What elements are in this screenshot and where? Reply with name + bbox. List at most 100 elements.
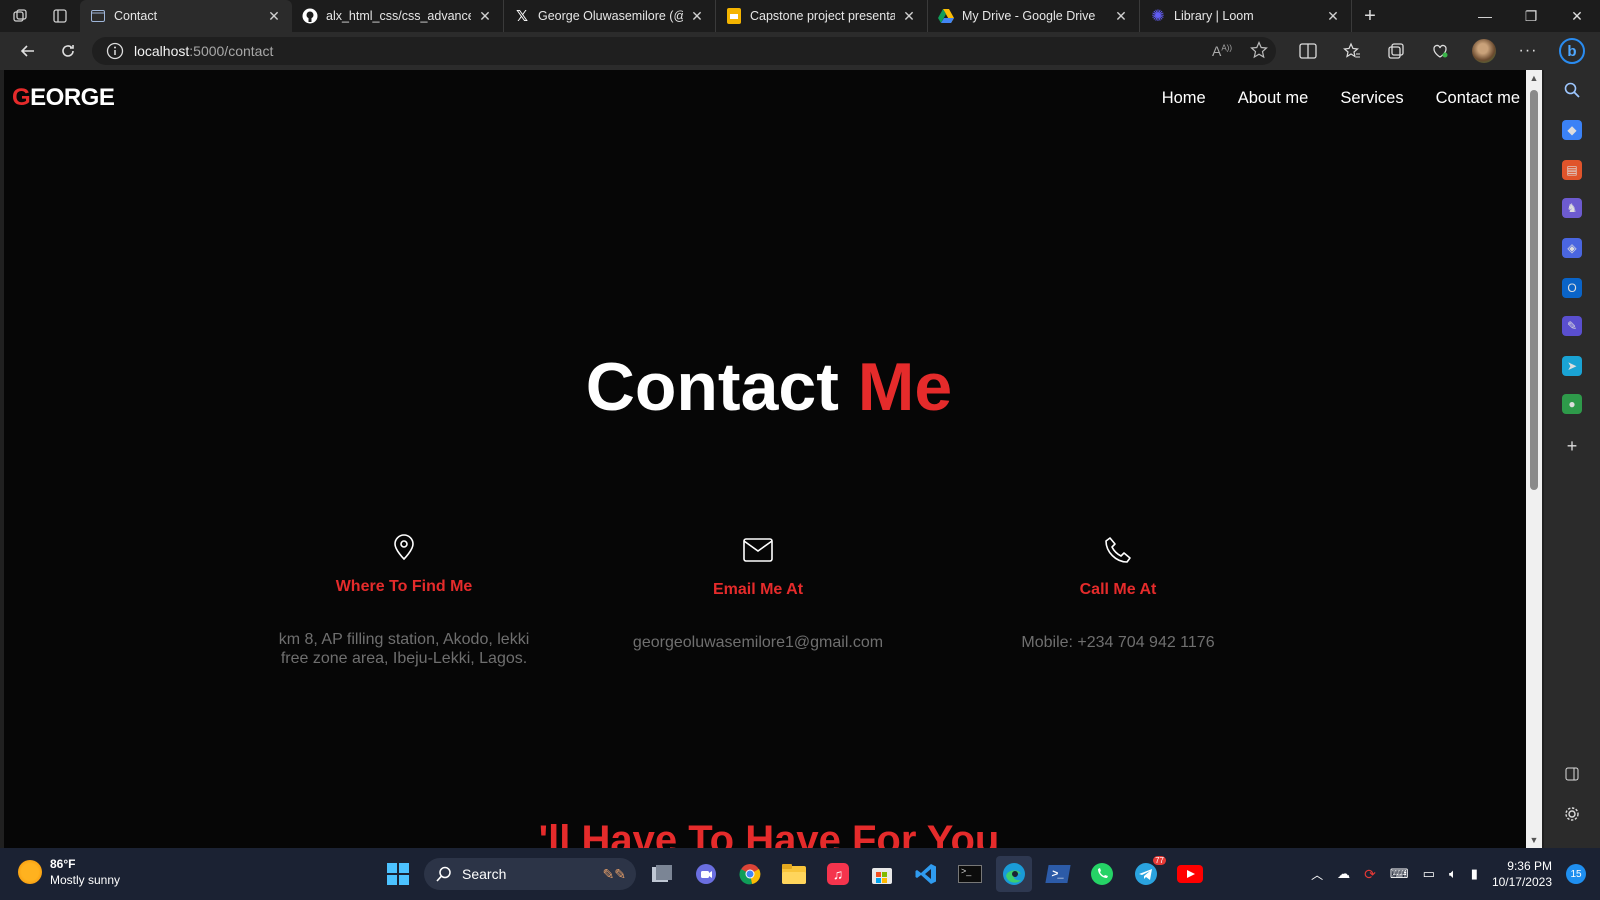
gear-icon[interactable]: [1562, 804, 1582, 824]
tab-drive[interactable]: My Drive - Google Drive ✕: [928, 0, 1140, 32]
phone-number[interactable]: Mobile: +234 704 942 1176: [948, 633, 1288, 652]
card-title: Where To Find Me: [335, 578, 473, 595]
chevron-up-icon[interactable]: ︿: [1311, 866, 1323, 883]
copilot-sidebar-icon[interactable]: ◈: [1562, 238, 1582, 258]
more-options-icon[interactable]: ···: [1506, 32, 1550, 70]
file-explorer-icon[interactable]: [776, 856, 812, 892]
browser-essentials-icon[interactable]: [1418, 32, 1462, 70]
url-path: :5000/contact: [189, 43, 274, 59]
email-address[interactable]: georgeoluwasemilore1@gmail.com: [588, 633, 928, 652]
close-icon[interactable]: ✕: [689, 8, 705, 25]
onedrive-icon[interactable]: ☁: [1337, 866, 1350, 882]
terminal-icon[interactable]: >_: [952, 856, 988, 892]
vscode-icon[interactable]: [908, 856, 944, 892]
close-icon[interactable]: ✕: [477, 8, 493, 25]
telegram-sidebar-icon[interactable]: ➤: [1562, 356, 1582, 376]
youtube-icon[interactable]: [1172, 856, 1208, 892]
sync-icon[interactable]: ⟳: [1364, 866, 1376, 883]
taskbar-search[interactable]: Search ✎✎: [424, 858, 636, 890]
new-tab-button[interactable]: +: [1352, 0, 1388, 32]
nav-home[interactable]: Home: [1162, 89, 1206, 108]
powershell-icon[interactable]: >_: [1040, 856, 1076, 892]
refresh-icon[interactable]: [48, 32, 88, 70]
tab-loom[interactable]: ✺ Library | Loom ✕: [1140, 0, 1352, 32]
weather-widget[interactable]: 86°F Mostly sunny: [18, 856, 120, 888]
close-icon[interactable]: ✕: [901, 8, 917, 25]
search-icon[interactable]: [1562, 80, 1582, 100]
split-screen-icon[interactable]: [1286, 32, 1330, 70]
task-view-icon[interactable]: [644, 856, 680, 892]
outlook-icon[interactable]: O: [1562, 278, 1582, 298]
map-pin-icon: [234, 530, 574, 564]
network-icon[interactable]: ▭: [1423, 866, 1435, 882]
site-logo[interactable]: GEORGE: [12, 84, 115, 112]
nav-services[interactable]: Services: [1340, 89, 1403, 108]
tab-x[interactable]: 𝕏 George Oluwasemilore (@Se ✕: [504, 0, 716, 32]
system-tray: ︿ ☁ ⟳ ⌨ ▭ 🔈︎ ▮ 9:36 PM 10/17/2023 15: [1311, 854, 1586, 894]
tab-github[interactable]: alx_html_css/css_advanced a ✕: [292, 0, 504, 32]
tab-contact[interactable]: Contact ✕: [80, 0, 292, 32]
windows-start-icon[interactable]: [380, 856, 416, 892]
tab-title: Contact: [114, 9, 158, 23]
tab-actions-icon[interactable]: [40, 0, 80, 32]
teams-chat-icon[interactable]: [688, 856, 724, 892]
tab-slides[interactable]: Capstone project presentatio ✕: [716, 0, 928, 32]
address-bar[interactable]: localhost:5000/contact AA)): [92, 37, 1276, 65]
copilot-icon[interactable]: b: [1550, 32, 1594, 70]
collections-icon[interactable]: [1374, 32, 1418, 70]
contact-card-email: Email Me At georgeoluwasemilore1@gmail.c…: [588, 533, 928, 652]
sun-icon: [18, 860, 42, 884]
edge-browser-icon[interactable]: [996, 856, 1032, 892]
minimize-icon[interactable]: —: [1462, 0, 1508, 32]
whatsapp-icon[interactable]: [1084, 856, 1120, 892]
games-icon[interactable]: ♞: [1562, 198, 1582, 218]
profile-avatar[interactable]: [1462, 32, 1506, 70]
back-arrow-icon[interactable]: [8, 32, 48, 70]
page-viewport: GEORGE Home About me Services Contact me…: [4, 70, 1542, 848]
restore-icon[interactable]: ❐: [1508, 0, 1554, 32]
browser-toolbar: localhost:5000/contact AA)) ··· b: [0, 32, 1600, 70]
favorite-star-icon[interactable]: [1250, 40, 1268, 62]
close-icon[interactable]: ✕: [1325, 8, 1341, 25]
microsoft-store-icon[interactable]: [864, 856, 900, 892]
toolbar-actions: ··· b: [1286, 32, 1594, 70]
card-title: Call Me At: [1079, 581, 1157, 598]
nav-contact[interactable]: Contact me: [1436, 89, 1520, 108]
site-info-icon[interactable]: [100, 42, 130, 60]
chrome-icon[interactable]: [732, 856, 768, 892]
designer-icon[interactable]: ✎: [1562, 316, 1582, 336]
scroll-down-icon[interactable]: ▼: [1526, 832, 1542, 848]
tree-icon[interactable]: ●: [1562, 394, 1582, 414]
scroll-up-icon[interactable]: ▲: [1526, 70, 1542, 86]
close-icon[interactable]: ✕: [1113, 8, 1129, 25]
add-icon[interactable]: +: [1562, 436, 1582, 456]
favorites-icon[interactable]: [1330, 32, 1374, 70]
sidebar-toggle-icon[interactable]: [1562, 764, 1582, 784]
avatar: [1472, 39, 1496, 63]
nav-about[interactable]: About me: [1238, 89, 1309, 108]
close-window-icon[interactable]: ✕: [1554, 0, 1600, 32]
search-label: Search: [462, 866, 507, 882]
apple-music-icon[interactable]: ♫: [820, 856, 856, 892]
slides-icon: [726, 8, 742, 24]
battery-icon[interactable]: ▮: [1471, 866, 1478, 882]
workspaces-icon[interactable]: [0, 0, 40, 32]
telegram-badge: 77: [1153, 856, 1166, 865]
keyboard-icon[interactable]: ⌨: [1390, 866, 1409, 882]
card-title: Email Me At: [712, 581, 804, 598]
notification-badge[interactable]: 15: [1566, 864, 1586, 884]
window-controls: — ❐ ✕: [1462, 0, 1600, 32]
page-scrollbar[interactable]: ▲ ▼: [1526, 70, 1542, 848]
shopping-tag-icon[interactable]: ◆: [1562, 120, 1582, 140]
telegram-icon[interactable]: 77: [1128, 856, 1166, 892]
google-drive-icon: [938, 8, 954, 24]
browser-tab-strip: Contact ✕ alx_html_css/css_advanced a ✕ …: [0, 0, 1600, 32]
taskbar-clock[interactable]: 9:36 PM 10/17/2023: [1492, 858, 1552, 890]
tools-icon[interactable]: ▤: [1562, 160, 1582, 180]
site-header: GEORGE Home About me Services Contact me: [4, 70, 1534, 126]
scroll-thumb[interactable]: [1530, 90, 1538, 490]
close-icon[interactable]: ✕: [266, 8, 282, 25]
volume-icon[interactable]: 🔈︎: [1449, 866, 1457, 882]
url-host: localhost: [134, 43, 190, 59]
read-aloud-icon[interactable]: AA)): [1212, 43, 1232, 59]
